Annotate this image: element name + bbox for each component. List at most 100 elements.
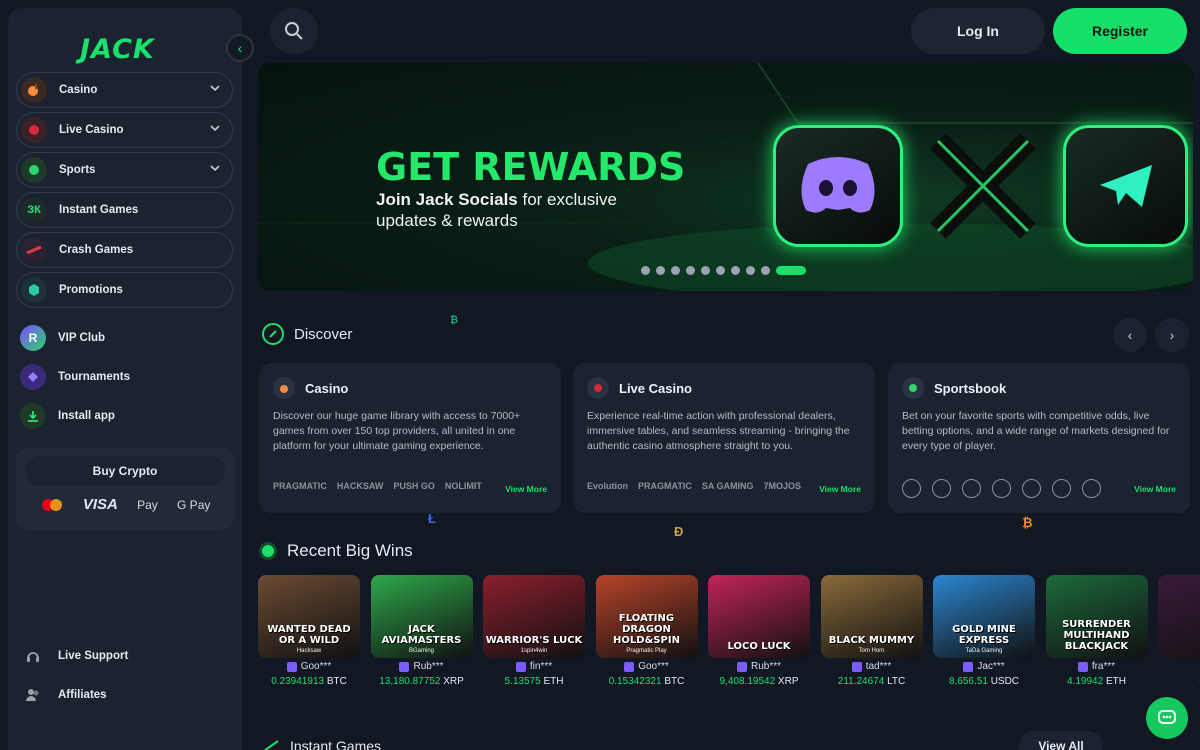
sidebar-item-label: Instant Games <box>59 204 139 216</box>
amount-currency: BTC <box>664 676 685 687</box>
carousel-dot[interactable] <box>656 266 665 275</box>
carousel-dot[interactable] <box>716 266 725 275</box>
carousel-dot[interactable] <box>686 266 695 275</box>
chat-button[interactable] <box>1146 697 1188 739</box>
win-amount: 211.24674 LTC <box>821 676 923 687</box>
win-item[interactable]: JACK AVIAMASTERS BGaming Rub*** 13,180.8… <box>370 575 473 687</box>
game-thumbnail[interactable]: FLOATING DRAGON HOLD&SPIN Pragmatic Play <box>595 575 698 658</box>
chevron-down-icon <box>210 85 220 92</box>
win-amount: 8,656.51 USDC <box>933 676 1035 687</box>
game-thumbnail[interactable]: GOLD MINE EXPRESS TaDa Gaming <box>933 575 1035 658</box>
game-thumbnail[interactable]: SURRENDER MULTIHAND BLACKJACK <box>1045 575 1148 658</box>
sidebar-item-vip-club[interactable]: R VIP Club <box>20 323 105 353</box>
user-name: fra*** <box>1091 661 1116 672</box>
sidebar-item-instant-games[interactable]: ЗК Instant Games <box>16 192 233 228</box>
google-pay-icon: G Pay <box>177 497 211 512</box>
carousel-dot[interactable] <box>746 266 755 275</box>
sidebar-item-label: Tournaments <box>58 371 130 383</box>
chat-icon <box>1158 710 1176 724</box>
promotions-icon <box>21 277 47 303</box>
carousel-dots[interactable] <box>641 266 806 275</box>
carousel-dot[interactable] <box>776 266 806 275</box>
card-title: Sportsbook <box>934 380 1007 396</box>
game-thumbnail[interactable] <box>1158 575 1200 658</box>
user-name: Goo*** <box>638 661 669 672</box>
card-title: Live Casino <box>619 380 692 396</box>
sports-icon <box>902 377 924 399</box>
game-thumbnail[interactable]: WARRIOR'S LUCK 1spin4win <box>483 575 585 658</box>
game-thumbnail[interactable]: LOCO LUCK <box>708 575 810 658</box>
amount-value: 5.13575 <box>504 676 541 687</box>
login-button[interactable]: Log In <box>911 8 1045 54</box>
game-thumbnail[interactable]: JACK AVIAMASTERS BGaming <box>370 575 473 658</box>
win-item[interactable]: WARRIOR'S LUCK 1spin4win fin*** 5.13575 … <box>483 575 585 687</box>
mastercard-icon <box>41 498 62 511</box>
win-item[interactable]: BLACK MUMMY Tom Horn tad*** 211.24674 LT… <box>820 575 923 687</box>
discover-prev-button[interactable]: ‹ <box>1113 318 1147 352</box>
user-name: Rub*** <box>750 661 782 672</box>
discover-card-live-casino[interactable]: Live Casino Experience real-time action … <box>573 363 875 513</box>
game-title: WANTED DEAD OR A WILD <box>267 624 351 646</box>
view-more-link[interactable]: View More <box>819 484 861 494</box>
sidebar-item-install-app[interactable]: Install app <box>20 401 115 431</box>
sidebar-item-tournaments[interactable]: Tournaments <box>20 362 130 392</box>
x-logo-icon <box>918 125 1048 247</box>
view-all-button[interactable]: View All <box>1019 731 1103 750</box>
carousel-dot[interactable] <box>641 266 650 275</box>
discover-card-casino[interactable]: Casino Discover our huge game library wi… <box>259 363 561 513</box>
win-item[interactable]: FLOATING DRAGON HOLD&SPIN Pragmatic Play… <box>595 575 698 687</box>
amount-currency: ETH <box>1105 676 1126 687</box>
rocket-icon <box>263 740 279 750</box>
visa-icon: VISA <box>82 496 118 513</box>
sidebar-item-casino[interactable]: Casino <box>16 72 233 108</box>
win-amount: 0.15342321 BTC <box>596 676 698 687</box>
carousel-dot[interactable] <box>731 266 740 275</box>
register-button[interactable]: Register <box>1053 8 1187 54</box>
sidebar-item-promotions[interactable]: Promotions <box>16 272 233 308</box>
sidebar-item-live-casino[interactable]: Live Casino <box>16 112 233 148</box>
view-more-link[interactable]: View More <box>1134 484 1176 494</box>
carousel-dot[interactable] <box>701 266 710 275</box>
win-item[interactable]: LOCO LUCK Rub*** 9,408.19542 XRP <box>708 575 810 687</box>
provider-logo: 7MOJOS <box>763 481 802 491</box>
horse-racing-icon <box>1052 479 1071 498</box>
provider-logo: PRAGMATIC <box>638 481 692 491</box>
sidebar-item-affiliates[interactable]: Affiliates <box>20 680 107 710</box>
buy-crypto-button[interactable]: Buy Crypto <box>25 456 225 486</box>
section-title: Instant Games <box>290 738 382 750</box>
collapse-sidebar-button[interactable]: ‹ <box>226 34 254 62</box>
win-user <box>1158 661 1200 671</box>
win-user: fra*** <box>1046 661 1148 672</box>
game-provider: BGaming <box>408 648 434 654</box>
jack-logo[interactable]: JACK <box>80 34 155 65</box>
sidebar: JACK ‹ Casino Live Casino Sports ЗК Inst… <box>8 8 254 750</box>
promo-banner[interactable]: GET REWARDS Join Jack Socials for exclus… <box>258 63 1193 291</box>
volleyball-icon <box>1022 479 1041 498</box>
bitcoin-coin-icon: ₿ <box>450 315 459 326</box>
instant-games-heading: Instant Games <box>262 738 381 750</box>
live-casino-icon <box>21 117 47 143</box>
live-indicator-icon <box>262 545 274 557</box>
win-item[interactable]: GOLD MINE EXPRESS TaDa Gaming Jac*** 8,6… <box>933 575 1035 687</box>
bitcoin-coin-icon: ₿ <box>1022 515 1033 530</box>
provider-logo: NOLIMIT <box>444 481 482 491</box>
crash-games-icon <box>21 237 47 263</box>
chevron-left-icon: ‹ <box>237 40 243 56</box>
sidebar-item-label: Casino <box>59 84 98 96</box>
view-more-link[interactable]: View More <box>505 484 547 494</box>
sidebar-item-live-support[interactable]: Live Support <box>20 641 128 671</box>
win-item[interactable]: SURRENDER MULTIHAND BLACKJACK fra*** 4.1… <box>1045 575 1148 687</box>
win-user: Jac*** <box>933 661 1035 672</box>
discover-card-sportsbook[interactable]: Sportsbook Bet on your favorite sports w… <box>888 363 1190 513</box>
game-thumbnail[interactable]: WANTED DEAD OR A WILD Hacksaw <box>258 575 360 658</box>
win-item[interactable]: WANTED DEAD OR A WILD Hacksaw Goo*** 0.2… <box>258 575 360 687</box>
provider-logo: HACKSAW <box>336 481 384 491</box>
search-button[interactable] <box>270 8 318 54</box>
sidebar-item-sports[interactable]: Sports <box>16 152 233 188</box>
game-thumbnail[interactable]: BLACK MUMMY Tom Horn <box>820 575 923 658</box>
sidebar-item-crash-games[interactable]: Crash Games <box>16 232 233 268</box>
win-item[interactable]: 3.94 <box>1158 575 1200 686</box>
carousel-dot[interactable] <box>761 266 770 275</box>
discover-next-button[interactable]: › <box>1155 318 1189 352</box>
carousel-dot[interactable] <box>671 266 680 275</box>
